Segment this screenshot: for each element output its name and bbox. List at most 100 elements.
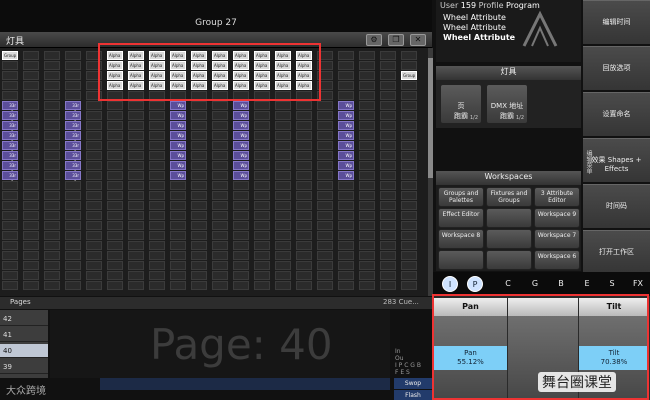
fixture-cell[interactable]	[380, 161, 396, 170]
fixture-cell[interactable]	[338, 271, 354, 280]
fixture-cell[interactable]: Wp	[233, 111, 249, 120]
fixture-cell[interactable]	[23, 131, 39, 140]
fixture-cell[interactable]	[359, 221, 375, 230]
fixture-cell[interactable]	[107, 221, 123, 230]
fixture-cell[interactable]	[128, 201, 144, 210]
fixture-cell[interactable]: Wp	[233, 161, 249, 170]
fixture-cell[interactable]: Alpha B	[170, 51, 186, 65]
fixture-cell[interactable]	[23, 51, 39, 60]
fixture-cell[interactable]	[275, 151, 291, 160]
fixture-cell[interactable]	[86, 111, 102, 120]
fixture-cell[interactable]: 33r Sp	[2, 121, 18, 135]
fixture-cell[interactable]	[191, 251, 207, 260]
fixture-cell[interactable]: Alpha B	[149, 81, 165, 95]
workspace-button[interactable]: Workspace 9	[534, 208, 580, 228]
fixture-cell[interactable]	[317, 81, 333, 90]
fixture-cell[interactable]	[254, 271, 270, 280]
fixture-cell[interactable]	[149, 91, 165, 100]
fixture-cell[interactable]	[107, 111, 123, 120]
fixture-cell[interactable]	[212, 181, 228, 190]
fixture-cell[interactable]	[233, 181, 249, 190]
fixture-cell[interactable]: Alpha B	[191, 81, 207, 95]
fixture-cell[interactable]: Alpha B	[149, 61, 165, 75]
fixture-cell[interactable]	[107, 271, 123, 280]
fixture-cell[interactable]	[317, 51, 333, 60]
fixture-cell[interactable]	[44, 121, 60, 130]
fixture-cell[interactable]	[149, 151, 165, 160]
fixture-cell[interactable]	[86, 91, 102, 100]
fixture-cell[interactable]	[212, 121, 228, 130]
fixture-cell[interactable]	[359, 51, 375, 60]
fixture-cell[interactable]	[296, 261, 312, 270]
grid-scrollbar[interactable]	[428, 48, 433, 296]
fixture-cell[interactable]	[380, 251, 396, 260]
fixture-cell[interactable]	[128, 91, 144, 100]
fixture-cell[interactable]: Wp	[233, 101, 249, 110]
fixture-cell[interactable]	[86, 221, 102, 230]
fixture-cell[interactable]	[128, 101, 144, 110]
fixture-cell[interactable]: Alpha B	[233, 71, 249, 85]
fixture-cell[interactable]	[401, 91, 417, 100]
fixture-cell[interactable]	[65, 221, 81, 230]
fixture-cell[interactable]: Alpha B	[233, 81, 249, 95]
fixture-cell[interactable]	[44, 161, 60, 170]
fixture-cell[interactable]: Alpha B	[212, 71, 228, 85]
fixture-cell[interactable]	[275, 231, 291, 240]
fixture-cell[interactable]	[191, 241, 207, 250]
fixture-cell[interactable]	[107, 211, 123, 220]
fixture-cell[interactable]	[170, 201, 186, 210]
fixture-cell[interactable]	[380, 91, 396, 100]
fixture-cell[interactable]	[296, 91, 312, 100]
fixture-cell[interactable]	[107, 101, 123, 110]
fixture-cell[interactable]	[380, 121, 396, 130]
fixture-cell[interactable]	[212, 201, 228, 210]
fixture-cell[interactable]	[44, 81, 60, 90]
fixture-cell[interactable]	[275, 121, 291, 130]
fixture-cell[interactable]	[65, 191, 81, 200]
fixture-cell[interactable]	[107, 181, 123, 190]
fixture-cell[interactable]	[107, 201, 123, 210]
fixture-cell[interactable]	[401, 101, 417, 110]
fixture-cell[interactable]	[296, 131, 312, 140]
fixture-cell[interactable]	[296, 161, 312, 170]
fixture-cell[interactable]	[86, 241, 102, 250]
fixture-cell[interactable]	[170, 251, 186, 260]
fixture-cell[interactable]	[2, 181, 18, 190]
fixture-cell[interactable]: Wp	[233, 171, 249, 180]
fixture-cell[interactable]: Wp	[233, 141, 249, 150]
fixture-cell[interactable]	[23, 251, 39, 260]
fixture-cell[interactable]: Alpha B	[191, 61, 207, 75]
fixture-cell[interactable]	[191, 221, 207, 230]
fixture-cell[interactable]	[44, 91, 60, 100]
fixture-cell[interactable]	[23, 281, 39, 290]
fixture-cell[interactable]	[86, 121, 102, 130]
fixture-cell[interactable]	[359, 281, 375, 290]
fixture-cell[interactable]	[317, 61, 333, 70]
fixture-cell[interactable]: Wp	[338, 171, 354, 180]
page-item[interactable]: 41	[0, 328, 48, 342]
attribute-tab[interactable]: FX	[630, 276, 646, 292]
fixture-cell[interactable]	[191, 211, 207, 220]
fixture-cell[interactable]	[65, 61, 81, 70]
fixture-cell[interactable]: Alpha B	[233, 61, 249, 75]
fixture-cell[interactable]	[107, 161, 123, 170]
fixture-cell[interactable]: Wp	[338, 121, 354, 130]
fixture-cell[interactable]	[44, 261, 60, 270]
fixture-cell[interactable]	[44, 281, 60, 290]
fixture-cell[interactable]	[317, 191, 333, 200]
fixture-cell[interactable]	[128, 151, 144, 160]
fixture-cell[interactable]	[23, 81, 39, 90]
fixture-cell[interactable]	[401, 281, 417, 290]
fixture-cell[interactable]	[44, 211, 60, 220]
fixture-cell[interactable]	[44, 141, 60, 150]
fixture-cell[interactable]	[23, 191, 39, 200]
fixture-cell[interactable]	[254, 131, 270, 140]
fixture-cell[interactable]: 33r Sp	[2, 171, 18, 185]
fixture-cell[interactable]	[149, 271, 165, 280]
fixture-cell[interactable]	[149, 141, 165, 150]
fixture-cell[interactable]	[128, 191, 144, 200]
fixture-cell[interactable]	[317, 221, 333, 230]
fixture-cell[interactable]	[338, 281, 354, 290]
fixture-cell[interactable]	[44, 201, 60, 210]
fixture-cell[interactable]: 33r Sp	[65, 131, 81, 145]
